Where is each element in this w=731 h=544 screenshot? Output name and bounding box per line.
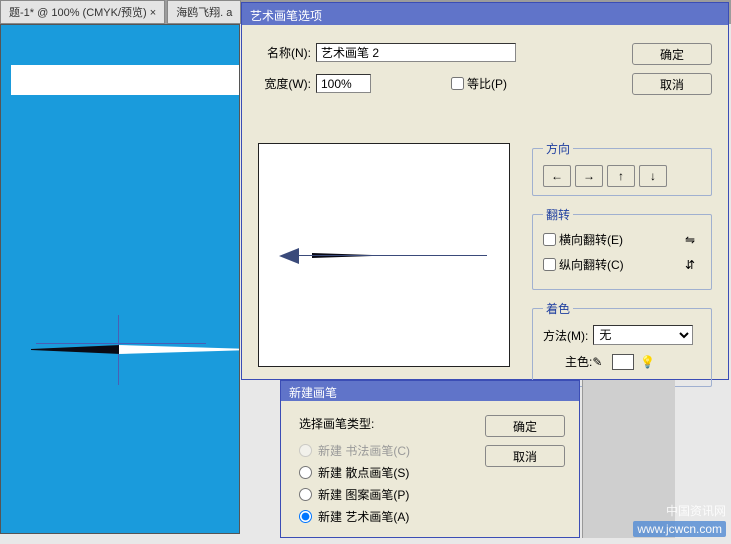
direction-down-button[interactable]: ↓ xyxy=(639,165,667,187)
canvas[interactable] xyxy=(0,24,240,534)
flip-vertical-checkbox[interactable] xyxy=(543,258,556,271)
proportional-checkbox[interactable]: 等比(P) xyxy=(451,75,507,92)
width-label: 宽度(W): xyxy=(256,75,311,92)
method-select[interactable]: 无 xyxy=(593,325,693,345)
flip-horizontal-icon: ⇋ xyxy=(685,233,701,247)
direction-up-button[interactable]: ↑ xyxy=(607,165,635,187)
art-brush-options-dialog: 艺术画笔选项 名称(N): 宽度(W): 等比(P) 确定 取消 xyxy=(241,2,729,380)
ok-button[interactable]: 确定 xyxy=(632,43,712,65)
tab-inactive[interactable]: 海鸥飞翔. a xyxy=(167,0,241,24)
flip-horizontal-checkbox[interactable] xyxy=(543,233,556,246)
flip-horizontal-label: 横向翻转(E) xyxy=(559,231,623,248)
radio-art[interactable]: 新建 艺术画笔(A) xyxy=(299,508,561,525)
dialog-title: 艺术画笔选项 xyxy=(242,3,728,25)
direction-left-button[interactable]: ← xyxy=(543,165,571,187)
direction-group: 方向 ← → ↑ ↓ xyxy=(532,140,712,196)
flip-group: 翻转 横向翻转(E) ⇋ 纵向翻转(C) ⇵ xyxy=(532,206,712,290)
flip-legend: 翻转 xyxy=(543,206,573,223)
name-input[interactable] xyxy=(316,43,516,62)
new-brush-cancel-button[interactable]: 取消 xyxy=(485,445,565,467)
radio-pattern[interactable]: 新建 图案画笔(P) xyxy=(299,486,561,503)
keycolor-label: 主色: xyxy=(565,353,592,370)
cancel-button[interactable]: 取消 xyxy=(632,73,712,95)
proportional-input[interactable] xyxy=(451,77,464,90)
flip-vertical-label: 纵向翻转(C) xyxy=(559,256,624,273)
canvas-top xyxy=(11,65,239,95)
eyedropper-icon[interactable]: ✎ xyxy=(592,355,606,369)
color-group: 着色 方法(M): 无 主色: ✎ 💡 xyxy=(532,300,712,387)
keycolor-swatch[interactable] xyxy=(612,354,634,370)
new-brush-ok-button[interactable]: 确定 xyxy=(485,415,565,437)
new-brush-dialog: 新建画笔 选择画笔类型: 新建 书法画笔(C) 新建 散点画笔(S) 新建 图案… xyxy=(280,380,580,538)
direction-legend: 方向 xyxy=(543,140,573,157)
direction-right-button[interactable]: → xyxy=(575,165,603,187)
side-panel xyxy=(582,380,675,538)
width-input[interactable] xyxy=(316,74,371,93)
brush-stroke-preview xyxy=(1,335,201,365)
method-label: 方法(M): xyxy=(543,327,588,344)
new-brush-title: 新建画笔 xyxy=(281,381,579,401)
flip-vertical-icon: ⇵ xyxy=(685,258,701,272)
name-label: 名称(N): xyxy=(256,44,311,61)
tab-active[interactable]: 题-1* @ 100% (CMYK/预览) × xyxy=(0,0,165,24)
brush-preview xyxy=(258,143,510,367)
tips-icon[interactable]: 💡 xyxy=(640,355,654,369)
color-legend: 着色 xyxy=(543,300,573,317)
